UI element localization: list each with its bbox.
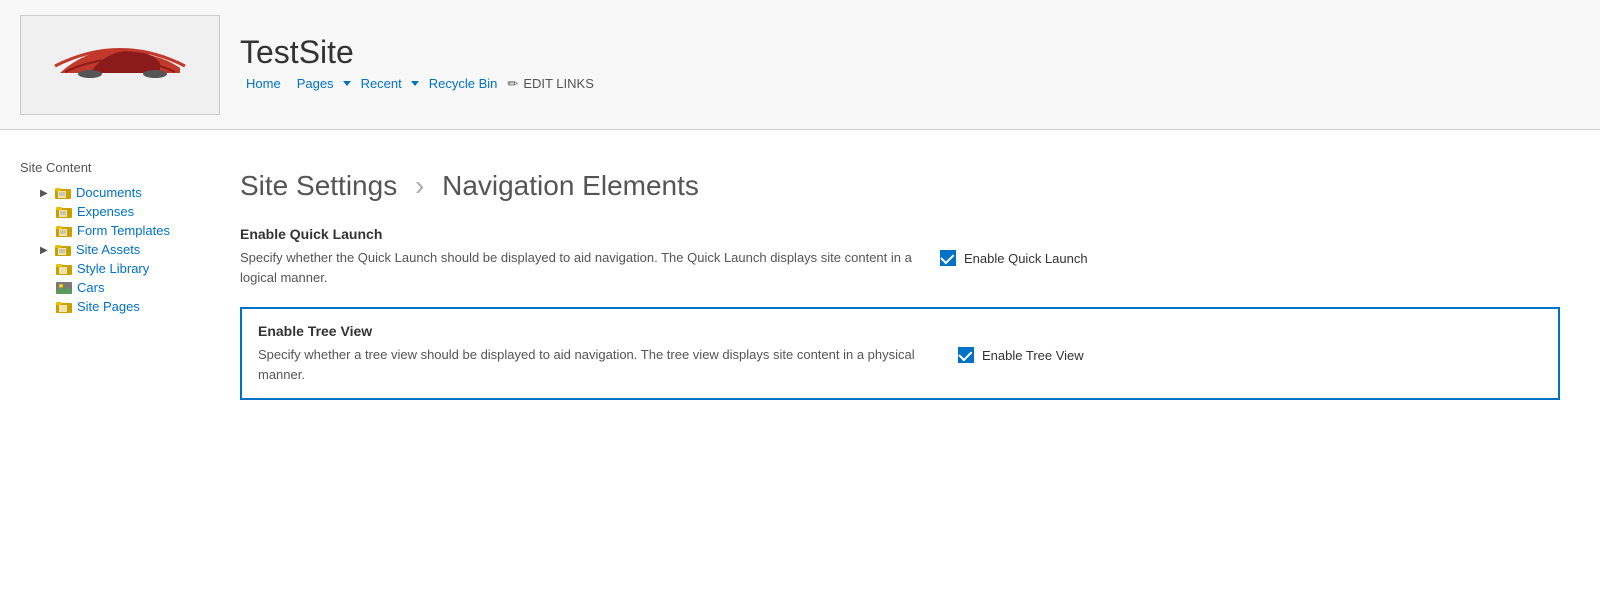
- tree-view-description: Specify whether a tree view should be di…: [258, 345, 938, 384]
- quick-launch-control-label: Enable Quick Launch: [964, 251, 1088, 266]
- recent-chevron-icon[interactable]: [411, 81, 419, 86]
- nav-pages[interactable]: Pages: [291, 74, 340, 93]
- page-heading: Site Settings › Navigation Elements: [240, 170, 1560, 202]
- sidebar-link-expenses[interactable]: Expenses: [77, 204, 134, 219]
- tree-view-body: Specify whether a tree view should be di…: [258, 345, 1542, 384]
- tree-view-section: Enable Tree View Specify whether a tree …: [240, 307, 1560, 400]
- sidebar-link-form-templates[interactable]: Form Templates: [77, 223, 170, 238]
- heading-separator: ›: [415, 170, 424, 201]
- sidebar-item-site-pages[interactable]: Site Pages: [20, 297, 180, 316]
- folder-icon: [56, 224, 72, 238]
- edit-links-label[interactable]: EDIT LINKS: [523, 76, 594, 91]
- site-title: TestSite: [240, 36, 594, 68]
- tree-view-control: Enable Tree View: [958, 345, 1158, 363]
- site-identity: TestSite Home Pages Recent Recycle Bin ✏…: [240, 36, 594, 93]
- folder-icon: [56, 262, 72, 276]
- sidebar-section-title: Site Content: [20, 160, 180, 175]
- quick-launch-checkbox[interactable]: [940, 250, 956, 266]
- sidebar-link-site-assets[interactable]: Site Assets: [76, 242, 140, 257]
- sidebar-item-documents[interactable]: ▶ Documents: [20, 183, 180, 202]
- logo-area: TestSite Home Pages Recent Recycle Bin ✏…: [20, 15, 594, 115]
- nav-recycle-bin[interactable]: Recycle Bin: [423, 74, 504, 93]
- logo-box: [20, 15, 220, 115]
- pages-chevron-icon[interactable]: [343, 81, 351, 86]
- quick-launch-description: Specify whether the Quick Launch should …: [240, 248, 920, 287]
- sidebar-link-style-library[interactable]: Style Library: [77, 261, 149, 276]
- sidebar-item-cars[interactable]: Cars: [20, 278, 180, 297]
- image-icon: [56, 281, 72, 295]
- content-area: Site Settings › Navigation Elements Enab…: [200, 150, 1600, 440]
- expand-arrow-icon[interactable]: ▶: [40, 188, 50, 198]
- tree-view-checkbox[interactable]: [958, 347, 974, 363]
- tree-view-control-label: Enable Tree View: [982, 348, 1084, 363]
- folder-icon: [56, 205, 72, 219]
- sidebar-item-expenses[interactable]: Expenses: [20, 202, 180, 221]
- folder-icon: [55, 243, 71, 257]
- main-layout: Site Content ▶ Documents: [0, 130, 1600, 460]
- nav-links: Home Pages Recent Recycle Bin ✏ EDIT LIN…: [240, 74, 594, 93]
- car-logo-icon: [40, 28, 200, 101]
- header: TestSite Home Pages Recent Recycle Bin ✏…: [0, 0, 1600, 130]
- sidebar-item-form-templates[interactable]: Form Templates: [20, 221, 180, 240]
- quick-launch-control: Enable Quick Launch: [940, 248, 1140, 266]
- sidebar: Site Content ▶ Documents: [0, 150, 200, 440]
- sidebar-link-documents[interactable]: Documents: [76, 185, 142, 200]
- nav-recent-dropdown[interactable]: Recent: [355, 74, 419, 93]
- pencil-icon: ✏: [507, 76, 518, 92]
- folder-icon: [56, 300, 72, 314]
- quick-launch-body: Specify whether the Quick Launch should …: [240, 248, 1560, 287]
- expand-arrow-icon[interactable]: ▶: [40, 245, 50, 255]
- sidebar-link-site-pages[interactable]: Site Pages: [77, 299, 140, 314]
- page-subtitle: Navigation Elements: [442, 170, 699, 201]
- nav-home[interactable]: Home: [240, 74, 287, 93]
- tree-view-title: Enable Tree View: [258, 323, 1542, 339]
- sidebar-item-style-library[interactable]: Style Library: [20, 259, 180, 278]
- quick-launch-section: Enable Quick Launch Specify whether the …: [240, 226, 1560, 287]
- nav-recent[interactable]: Recent: [355, 74, 408, 93]
- sidebar-link-cars[interactable]: Cars: [77, 280, 104, 295]
- folder-icon: [55, 186, 71, 200]
- edit-links[interactable]: ✏ EDIT LINKS: [507, 76, 593, 92]
- page-title: Site Settings: [240, 170, 397, 201]
- quick-launch-title: Enable Quick Launch: [240, 226, 1560, 242]
- sidebar-item-site-assets[interactable]: ▶ Site Assets: [20, 240, 180, 259]
- nav-pages-dropdown[interactable]: Pages: [291, 74, 351, 93]
